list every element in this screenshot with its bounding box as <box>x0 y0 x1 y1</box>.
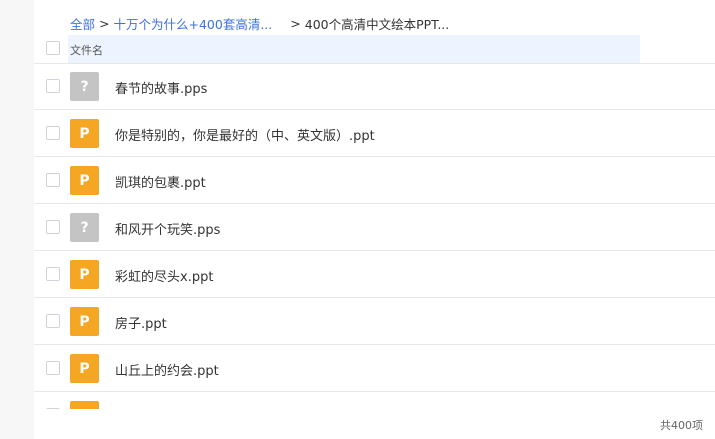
ppt-file-icon: P <box>70 166 99 195</box>
file-name[interactable]: 房子.ppt <box>115 313 167 332</box>
row-checkbox[interactable] <box>46 79 60 93</box>
breadcrumb-root-link[interactable]: 全部 <box>70 14 95 33</box>
file-row[interactable]: P 凯琪的包裹.ppt <box>34 157 715 204</box>
file-row[interactable]: P阳光的老鼠.ppt <box>34 392 715 409</box>
file-name[interactable]: 和风开个玩笑.pps <box>115 219 220 238</box>
breadcrumb: 全部 > 十万个为什么+400套高清... > 400个高清中文绘本PPT... <box>70 14 449 32</box>
file-name[interactable]: 春节的故事.pps <box>115 78 207 97</box>
left-strip <box>0 0 34 439</box>
file-row[interactable]: ? 春节的故事.pps <box>34 63 715 110</box>
row-checkbox[interactable] <box>46 173 60 187</box>
breadcrumb-separator: > <box>290 15 301 31</box>
unknown-file-icon: ? <box>70 213 99 242</box>
file-list: ? 春节的故事.pps P 你是特别的，你是最好的（中、英文版）.ppt P 凯琪的包裹.… <box>34 63 715 409</box>
file-row[interactable]: P 彩虹的尽头x.ppt <box>34 251 715 298</box>
breadcrumb-separator: > <box>99 15 110 31</box>
row-checkbox[interactable] <box>46 220 60 234</box>
ppt-file-icon: P <box>70 307 99 336</box>
breadcrumb-folder-link[interactable]: 十万个为什么+400套高清... <box>114 14 273 33</box>
file-row[interactable]: P 山丘上的约会.ppt <box>34 345 715 392</box>
file-name[interactable]: 山丘上的约会.ppt <box>115 360 219 379</box>
ppt-file-icon: P <box>70 260 99 289</box>
file-name[interactable]: 彩虹的尽头x.ppt <box>115 266 213 285</box>
row-checkbox[interactable] <box>46 361 60 375</box>
unknown-file-icon: ? <box>70 72 99 101</box>
row-checkbox[interactable] <box>46 314 60 328</box>
footer: 共400项 <box>34 409 715 439</box>
file-name[interactable]: 你是特别的，你是最好的（中、英文版）.ppt <box>115 125 375 144</box>
breadcrumb-current: 400个高清中文绘本PPT... <box>304 16 450 32</box>
row-checkbox[interactable] <box>46 126 60 140</box>
file-row[interactable]: P 你是特别的，你是最好的（中、英文版）.ppt <box>34 110 715 157</box>
file-row[interactable]: P 房子.ppt <box>34 298 715 345</box>
item-count: 共400项 <box>660 419 703 432</box>
ppt-file-icon: P <box>70 401 99 409</box>
column-header-filename[interactable]: 文件名 <box>70 42 103 58</box>
select-all-checkbox[interactable] <box>46 41 60 55</box>
ppt-file-icon: P <box>70 119 99 148</box>
ppt-file-icon: P <box>70 354 99 383</box>
file-name[interactable]: 凯琪的包裹.ppt <box>115 172 206 191</box>
header-highlight <box>68 35 640 63</box>
row-checkbox[interactable] <box>46 267 60 281</box>
table-header: 文件名 <box>34 35 715 64</box>
file-row[interactable]: ? 和风开个玩笑.pps <box>34 204 715 251</box>
